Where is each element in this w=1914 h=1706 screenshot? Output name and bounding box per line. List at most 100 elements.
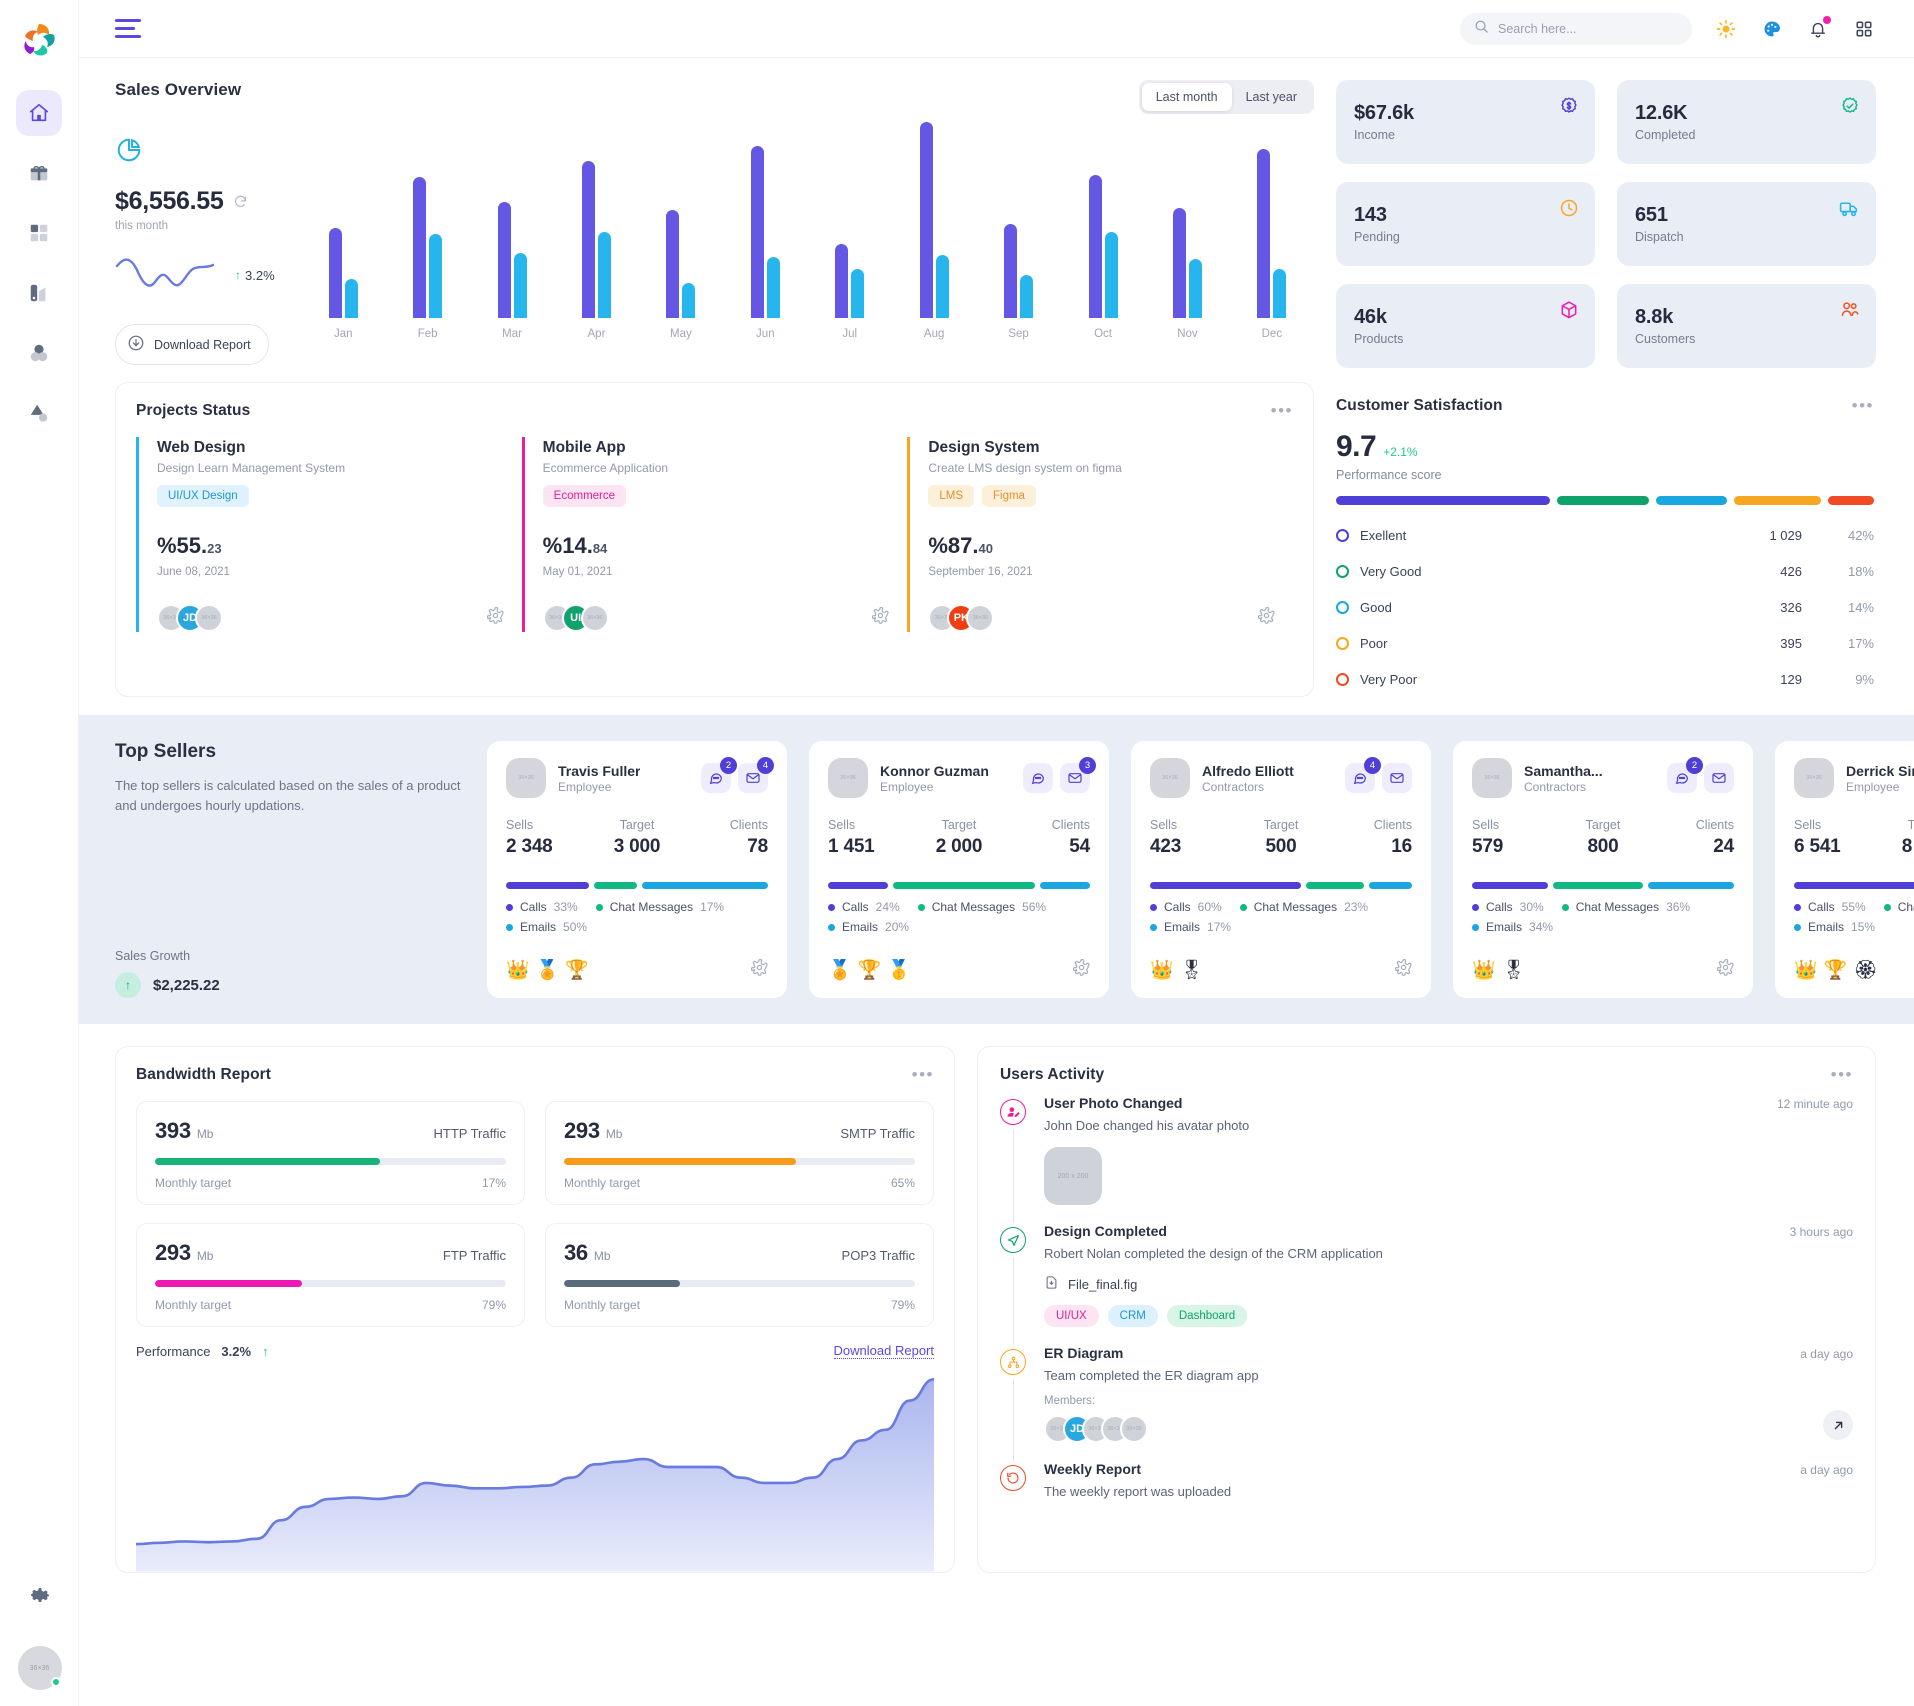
seller-card[interactable]: 36×36 Travis Fuller Employee 2 4 Sells 2 348 Ta… — [487, 741, 787, 998]
gear-icon[interactable] — [872, 606, 889, 629]
bar-previous[interactable] — [766, 257, 780, 318]
sidebar-item-users[interactable] — [16, 330, 62, 376]
project-tag[interactable]: Figma — [982, 485, 1036, 507]
gear-icon[interactable] — [1257, 606, 1275, 629]
project-tag[interactable]: LMS — [928, 485, 974, 507]
sidebar-item-dashboard[interactable] — [16, 210, 62, 256]
bar-current[interactable] — [497, 202, 511, 318]
seller-card[interactable]: 36×36 Samantha... Contractors 2 Sells 579 Targ… — [1453, 741, 1753, 998]
activity-file[interactable]: File_final.fig — [1044, 1275, 1853, 1293]
tab-last-year[interactable]: Last year — [1232, 83, 1311, 111]
chat-icon[interactable]: 4 — [1345, 757, 1381, 793]
mail-icon[interactable] — [1382, 763, 1412, 793]
stat-card-completed[interactable]: 12.6K Completed — [1617, 80, 1876, 164]
seller-card[interactable]: 36×36Derrick SimmonsEmployee2Sells6 541T… — [1775, 741, 1914, 998]
activity-tag[interactable]: CRM — [1107, 1305, 1158, 1327]
chat-icon[interactable] — [1023, 763, 1053, 793]
stat-card-customers[interactable]: 8.8k Customers — [1617, 284, 1876, 368]
stat-card-income[interactable]: $67.6k Income — [1336, 80, 1595, 164]
gear-icon[interactable] — [750, 958, 768, 981]
bar-current[interactable] — [1172, 208, 1186, 318]
gear-icon[interactable] — [486, 606, 504, 629]
sun-icon[interactable] — [1714, 17, 1738, 41]
tab-last-month[interactable]: Last month — [1141, 83, 1232, 111]
refresh-icon[interactable] — [233, 187, 248, 216]
activity-tag[interactable]: UI/UX — [1044, 1305, 1099, 1327]
stat-card-products[interactable]: 46k Products — [1336, 284, 1595, 368]
bar-previous[interactable] — [344, 278, 358, 318]
bell-icon[interactable] — [1806, 15, 1831, 41]
gear-icon[interactable] — [1716, 958, 1734, 981]
project-card[interactable]: Mobile App Ecommerce Application Ecommerce… — [521, 437, 908, 632]
activity-rail — [1000, 1461, 1026, 1517]
seller-card[interactable]: 36×36 Alfredo Elliott Contractors 4 Sells 423… — [1131, 741, 1431, 998]
app-logo[interactable] — [16, 18, 62, 64]
sidebar-settings-button[interactable] — [17, 1572, 63, 1618]
avatar[interactable]: 36×36 — [1120, 1415, 1148, 1443]
project-card[interactable]: Design System Create LMS design system on… — [907, 437, 1293, 632]
palette-icon[interactable] — [1760, 17, 1784, 41]
avatar[interactable]: 36×36 — [1472, 758, 1512, 798]
user-avatar[interactable]: 36×36 — [17, 1646, 62, 1690]
activity-tag[interactable]: Dashboard — [1166, 1305, 1248, 1327]
bar-current[interactable] — [328, 227, 342, 318]
bar-current[interactable] — [666, 210, 680, 318]
bar-current[interactable] — [1257, 149, 1271, 318]
hamburger-icon[interactable] — [115, 19, 141, 38]
bar-current[interactable] — [750, 145, 764, 318]
project-card[interactable]: Web Design Design Learn Management System… — [136, 437, 522, 632]
bar-previous[interactable] — [935, 255, 949, 318]
more-horizontal-icon[interactable]: ••• — [1831, 1065, 1853, 1085]
bar-current[interactable] — [1004, 223, 1018, 318]
avatar[interactable]: 36×36 — [506, 758, 546, 798]
bar-previous[interactable] — [1273, 269, 1287, 318]
sidebar-item-gift[interactable] — [16, 150, 62, 196]
mail-icon[interactable]: 3 — [1060, 757, 1096, 793]
project-tag[interactable]: UI/UX Design — [157, 485, 249, 507]
download-report-button[interactable]: Download Report — [115, 324, 269, 365]
more-horizontal-icon[interactable]: ••• — [1271, 401, 1293, 421]
more-horizontal-icon[interactable]: ••• — [912, 1065, 934, 1085]
avatar[interactable]: 36×36 — [195, 604, 223, 632]
arrow-up-right-icon[interactable] — [1823, 1410, 1853, 1440]
more-horizontal-icon[interactable]: ••• — [1852, 396, 1874, 416]
bar-previous[interactable] — [1104, 231, 1118, 318]
bar-previous[interactable] — [597, 231, 611, 318]
bar-previous[interactable] — [513, 253, 527, 318]
sidebar-item-home[interactable] — [16, 90, 62, 136]
mail-icon[interactable]: 4 — [738, 757, 774, 793]
bar-previous[interactable] — [1020, 274, 1034, 318]
project-tag[interactable]: Ecommerce — [542, 485, 627, 507]
bandwidth-download-link[interactable]: Download Report — [833, 1343, 934, 1359]
search-box[interactable] — [1460, 12, 1692, 45]
bar-current[interactable] — [581, 161, 595, 318]
avatar[interactable]: 36×36 — [1150, 758, 1190, 798]
bar-previous[interactable] — [851, 269, 865, 318]
mail-icon[interactable] — [1704, 763, 1734, 793]
sidebar-item-droplet[interactable] — [16, 390, 62, 436]
top-sellers-carousel[interactable]: 36×36 Travis Fuller Employee 2 4 Sells 2 348 Ta… — [487, 741, 1914, 998]
chat-icon[interactable]: 2 — [1667, 757, 1703, 793]
avatar[interactable]: 36×36 — [1794, 758, 1834, 798]
grid-apps-icon[interactable] — [1852, 17, 1876, 41]
avatar[interactable]: 36×36 — [828, 758, 868, 798]
bar-current[interactable] — [835, 243, 849, 318]
sidebar-item-appearance[interactable] — [16, 270, 62, 316]
bar-previous[interactable] — [1188, 259, 1202, 318]
avatar[interactable]: 36×36 — [966, 604, 995, 632]
stat-card-dispatch[interactable]: 651 Dispatch — [1617, 182, 1876, 266]
bar-previous[interactable] — [682, 282, 696, 318]
stat-card-pending[interactable]: 143 Pending — [1336, 182, 1595, 266]
activity-photo[interactable]: 200 x 200 — [1044, 1147, 1102, 1205]
search-input[interactable] — [1498, 21, 1678, 36]
gear-icon[interactable] — [1394, 958, 1412, 981]
chat-icon[interactable]: 2 — [701, 757, 737, 793]
bar-current[interactable] — [413, 176, 427, 318]
bar-current[interactable] — [1088, 174, 1102, 318]
seller-card[interactable]: 36×36 Konnor Guzman Employee 3 Sells 1 451 Tar… — [809, 741, 1109, 998]
gear-icon[interactable] — [1072, 958, 1090, 981]
bar-current[interactable] — [919, 122, 933, 318]
bar-previous[interactable] — [429, 233, 443, 318]
project-tags: UI/UX Design — [157, 485, 504, 507]
avatar[interactable]: 36×36 — [580, 604, 609, 632]
